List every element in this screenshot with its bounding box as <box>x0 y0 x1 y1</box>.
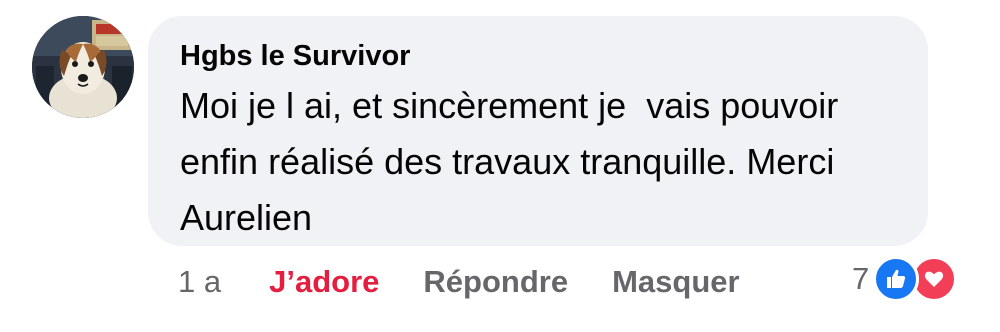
comment-bubble: Hgbs le Survivor Moi je l ai, et sincère… <box>148 16 928 246</box>
author-name[interactable]: Hgbs le Survivor <box>180 38 898 74</box>
dog-portrait-avatar-icon <box>32 16 134 118</box>
timestamp[interactable]: 1 a <box>178 264 221 300</box>
avatar[interactable] <box>32 16 134 118</box>
reply-button[interactable]: Répondre <box>423 264 568 300</box>
love-reaction-button[interactable]: J’adore <box>269 264 379 300</box>
reaction-count: 7 <box>852 261 870 296</box>
hide-button[interactable]: Masquer <box>612 264 739 300</box>
comment: Hgbs le Survivor Moi je l ai, et sincère… <box>0 0 1000 332</box>
comment-text: Moi je l ai, et sincèrement je vais pouv… <box>180 85 849 238</box>
reaction-summary[interactable]: 7 <box>852 255 958 303</box>
like-icon <box>873 256 920 302</box>
comment-actions: 1 a J’adore Répondre Masquer <box>178 260 784 304</box>
